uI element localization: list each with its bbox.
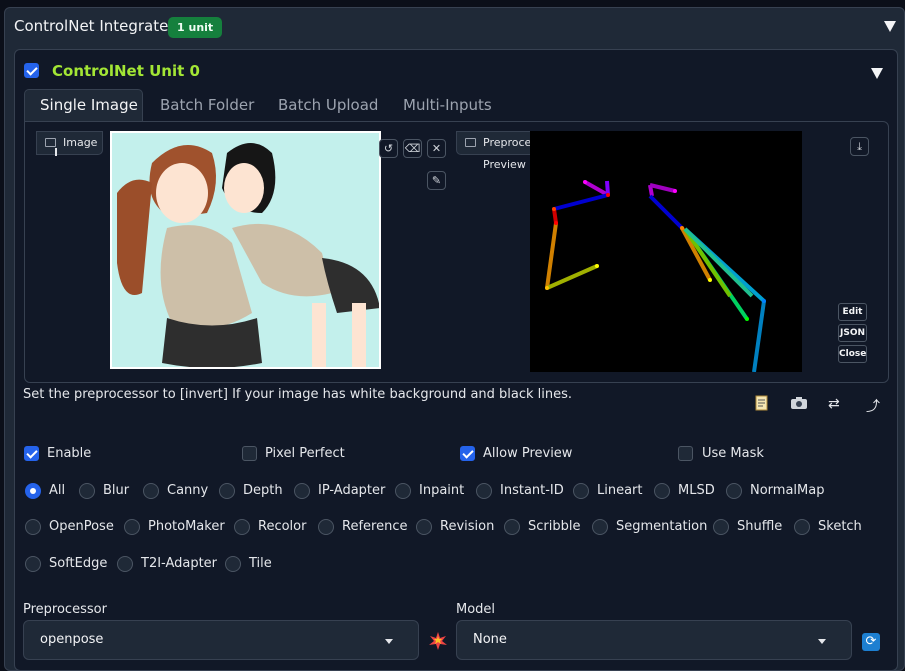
use-mask-checkbox[interactable] bbox=[678, 446, 693, 461]
radio-lineart[interactable] bbox=[573, 483, 589, 499]
radio-label-depth[interactable]: Depth bbox=[243, 483, 283, 498]
undo-button[interactable]: ↺ bbox=[379, 139, 398, 158]
pixel-perfect-checkbox[interactable] bbox=[242, 446, 257, 461]
radio-label-inpaint[interactable]: Inpaint bbox=[419, 483, 464, 498]
radio-label-openpose[interactable]: OpenPose bbox=[49, 519, 114, 534]
radio-ip-adapter[interactable] bbox=[294, 483, 310, 499]
tab-multi-inputs[interactable]: Multi-Inputs bbox=[403, 96, 492, 114]
radio-t2i-adapter[interactable] bbox=[117, 556, 133, 572]
radio-scribble[interactable] bbox=[504, 519, 520, 535]
radio-label-sketch[interactable]: Sketch bbox=[818, 519, 862, 534]
eraser-button[interactable]: ⌫ bbox=[403, 139, 422, 158]
radio-label-normalmap[interactable]: NormalMap bbox=[750, 483, 824, 498]
radio-label-photomaker[interactable]: PhotoMaker bbox=[148, 519, 225, 534]
radio-canny[interactable] bbox=[143, 483, 159, 499]
radio-label-canny[interactable]: Canny bbox=[167, 483, 208, 498]
notepad-icon[interactable] bbox=[754, 395, 770, 415]
refresh-models-icon[interactable]: ⟳ bbox=[862, 633, 880, 651]
camera-icon[interactable] bbox=[790, 395, 808, 415]
input-image-artwork bbox=[112, 133, 379, 367]
image-icon bbox=[45, 138, 56, 147]
radio-label-mlsd[interactable]: MLSD bbox=[678, 483, 715, 498]
text-cursor-icon bbox=[55, 148, 57, 156]
allow-preview-label[interactable]: Allow Preview bbox=[483, 446, 572, 461]
image-label-text: Image bbox=[63, 136, 98, 149]
radio-label-segmentation[interactable]: Segmentation bbox=[616, 519, 707, 534]
radio-label-all[interactable]: All bbox=[49, 483, 65, 498]
brush-button[interactable]: ✎ bbox=[427, 171, 446, 190]
image-label: Image bbox=[36, 131, 103, 155]
radio-tile[interactable] bbox=[225, 556, 241, 572]
preprocessor-dropdown[interactable]: openpose bbox=[23, 620, 419, 660]
preprocessor-hint: Set the preprocessor to [invert] If your… bbox=[23, 387, 573, 402]
close-image-button[interactable]: ✕ bbox=[427, 139, 446, 158]
model-dropdown[interactable]: None bbox=[456, 620, 852, 660]
swap-icon[interactable]: ⇄ bbox=[828, 396, 840, 412]
allow-preview-checkbox[interactable] bbox=[460, 446, 475, 461]
unit-count-badge: 1 unit bbox=[168, 17, 223, 38]
enable-checkbox[interactable] bbox=[24, 446, 39, 461]
radio-label-recolor[interactable]: Recolor bbox=[258, 519, 306, 534]
radio-depth[interactable] bbox=[219, 483, 235, 499]
radio-label-t2i-adapter[interactable]: T2I-Adapter bbox=[141, 556, 217, 571]
send-up-icon[interactable]: ⤴ bbox=[866, 396, 880, 416]
preprocessor-preview-image bbox=[530, 131, 802, 373]
radio-label-revision[interactable]: Revision bbox=[440, 519, 494, 534]
unit-enable-checkbox[interactable] bbox=[24, 63, 39, 78]
json-button[interactable]: JSON bbox=[838, 324, 867, 342]
openpose-skeleton bbox=[545, 180, 766, 373]
radio-segmentation[interactable] bbox=[592, 519, 608, 535]
download-button[interactable]: ⤓ bbox=[850, 137, 869, 156]
tab-single-image[interactable]: Single Image bbox=[40, 96, 138, 114]
tab-batch-upload[interactable]: Batch Upload bbox=[278, 96, 378, 114]
radio-label-instant-id[interactable]: Instant-ID bbox=[500, 483, 564, 498]
radio-reference[interactable] bbox=[318, 519, 334, 535]
radio-recolor[interactable] bbox=[234, 519, 250, 535]
radio-label-scribble[interactable]: Scribble bbox=[528, 519, 580, 534]
close-preview-button[interactable]: Close bbox=[838, 345, 867, 363]
preprocessor-value: openpose bbox=[40, 632, 104, 647]
radio-label-reference[interactable]: Reference bbox=[342, 519, 407, 534]
radio-photomaker[interactable] bbox=[124, 519, 140, 535]
radio-label-lineart[interactable]: Lineart bbox=[597, 483, 643, 498]
edit-button[interactable]: Edit bbox=[838, 303, 867, 321]
radio-label-tile[interactable]: Tile bbox=[249, 556, 272, 571]
controlnet-title[interactable]: ControlNet Integrated bbox=[14, 17, 178, 35]
image-icon bbox=[465, 138, 476, 147]
preprocessor-label: Preprocessor bbox=[23, 602, 107, 617]
collapse-controlnet-icon[interactable] bbox=[884, 21, 896, 32]
radio-label-ip-adapter[interactable]: IP-Adapter bbox=[318, 483, 385, 498]
pixel-perfect-label[interactable]: Pixel Perfect bbox=[265, 446, 345, 461]
radio-inpaint[interactable] bbox=[395, 483, 411, 499]
radio-label-blur[interactable]: Blur bbox=[103, 483, 129, 498]
model-value: None bbox=[473, 632, 507, 647]
radio-label-softedge[interactable]: SoftEdge bbox=[49, 556, 107, 571]
radio-all[interactable] bbox=[25, 483, 41, 499]
radio-revision[interactable] bbox=[416, 519, 432, 535]
radio-label-shuffle[interactable]: Shuffle bbox=[737, 519, 782, 534]
radio-normalmap[interactable] bbox=[726, 483, 742, 499]
unit-title[interactable]: ControlNet Unit 0 bbox=[52, 62, 200, 80]
radio-blur[interactable] bbox=[79, 483, 95, 499]
radio-instant-id[interactable] bbox=[476, 483, 492, 499]
enable-label[interactable]: Enable bbox=[47, 446, 91, 461]
chevron-down-icon bbox=[818, 639, 826, 644]
radio-sketch[interactable] bbox=[794, 519, 810, 535]
use-mask-label[interactable]: Use Mask bbox=[702, 446, 764, 461]
tab-batch-folder[interactable]: Batch Folder bbox=[160, 96, 254, 114]
chevron-down-icon bbox=[385, 639, 393, 644]
radio-mlsd[interactable] bbox=[654, 483, 670, 499]
radio-shuffle[interactable] bbox=[713, 519, 729, 535]
collapse-unit-icon[interactable] bbox=[871, 68, 883, 79]
input-image[interactable] bbox=[110, 131, 381, 369]
explosion-icon[interactable] bbox=[429, 632, 447, 650]
radio-softedge[interactable] bbox=[25, 556, 41, 572]
radio-openpose[interactable] bbox=[25, 519, 41, 535]
model-label: Model bbox=[456, 602, 496, 617]
